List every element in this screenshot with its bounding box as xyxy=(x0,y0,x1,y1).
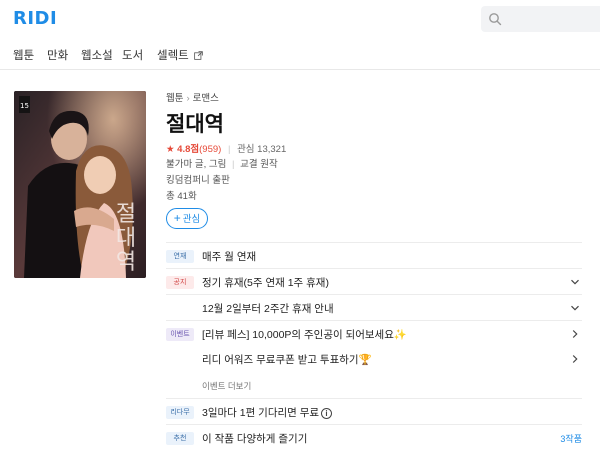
info-row-event[interactable]: 이벤트 [리뷰 페스] 10,000P의 주인공이 되어보세요✨ xyxy=(166,320,582,346)
author-link[interactable]: 불가마 글, 그림 xyxy=(166,159,226,170)
divider: | xyxy=(227,144,231,155)
notice-text-2: 12월 2일부터 2주간 휴재 안내 xyxy=(202,303,334,315)
info-icon[interactable]: i xyxy=(321,408,333,419)
info-row-recommend: 추천 이 작품 다양하게 즐기기 3작품 xyxy=(166,424,582,450)
wait-free-text: 3일마다 1편 기다리면 무료 i xyxy=(202,405,333,420)
badge-recommend: 추천 xyxy=(166,432,194,445)
nav-item-webtoon[interactable]: 웹툰 xyxy=(13,47,34,63)
badge-wait-free: 리다무 xyxy=(166,406,194,419)
info-list: 연재 매주 월 연재 공지 정기 휴재(5주 연재 1주 휴재) 12월 2일부… xyxy=(166,242,582,450)
event-more-link[interactable]: 이벤트 더보기 xyxy=(202,380,251,392)
original-author-link[interactable]: 교결 원작 xyxy=(240,159,278,170)
rating-score: 4.8점 xyxy=(177,144,200,155)
badge-notice: 공지 xyxy=(166,276,194,289)
chevron-down-icon[interactable] xyxy=(570,303,580,313)
book-title: 절대역 xyxy=(166,113,224,136)
category-nav: 웹툰 만화 웹소설 도서 셀렉트 xyxy=(0,44,600,70)
nav-item-books[interactable]: 도서 xyxy=(122,47,143,63)
chevron-right-icon[interactable] xyxy=(570,354,580,364)
plus-icon: + xyxy=(173,211,181,225)
follow-button[interactable]: + 관심 xyxy=(166,208,208,229)
cover-title-char-2: 대 xyxy=(116,226,136,251)
info-row-event-2[interactable]: 리디 어워즈 무료쿠폰 받고 투표하기🏆 xyxy=(166,346,582,372)
chevron-down-icon[interactable] xyxy=(570,277,580,287)
cover-title-char-1: 절 xyxy=(116,202,136,227)
info-row-wait-free: 리다무 3일마다 1편 기다리면 무료 i xyxy=(166,398,582,424)
top-bar: RIDI xyxy=(0,0,600,38)
recommend-count-link[interactable]: 3작품 xyxy=(560,432,582,445)
cover-illustration: . 15 절 대 역 xyxy=(14,91,146,278)
cover-title-char-3: 역 xyxy=(116,250,136,275)
follow-label: 관심 xyxy=(182,214,201,225)
info-row-event-more: 이벤트 더보기 xyxy=(166,372,582,398)
rating-line: ★ 4.8점(959) | 관심 13,321 xyxy=(166,141,286,155)
interest-count: 관심 13,321 xyxy=(237,144,287,155)
breadcrumb-item-webtoon[interactable]: 웹툰 xyxy=(166,93,183,104)
author-line: 불가마 글, 그림 | 교결 원작 xyxy=(166,156,278,170)
rating-count: (959) xyxy=(199,144,222,155)
event-text: [리뷰 페스] 10,000P의 주인공이 되어보세요✨ xyxy=(202,329,407,341)
nav-item-webnovel[interactable]: 웹소설 xyxy=(81,47,113,63)
nav-item-select[interactable]: 셀렉트 xyxy=(157,47,203,63)
breadcrumb-item-romance[interactable]: 로맨스 xyxy=(193,93,219,104)
ridi-logo[interactable]: RIDI xyxy=(13,8,57,29)
search-icon xyxy=(489,13,502,26)
badge-serial: 연재 xyxy=(166,250,194,263)
info-row-notice-2[interactable]: 12월 2일부터 2주간 휴재 안내 xyxy=(166,294,582,320)
badge-event: 이벤트 xyxy=(166,328,194,341)
episode-count: 총 41화 xyxy=(166,191,197,202)
recommend-text: 이 작품 다양하게 즐기기 xyxy=(202,433,308,445)
divider: | xyxy=(232,159,235,170)
book-cover[interactable]: . 15 절 대 역 xyxy=(14,91,146,278)
info-row-serial: 연재 매주 월 연재 xyxy=(166,242,582,268)
search-input[interactable] xyxy=(481,6,600,32)
external-link-icon xyxy=(194,51,203,60)
star-icon: ★ xyxy=(166,144,175,155)
breadcrumb-separator-icon: › xyxy=(186,93,190,104)
chevron-right-icon[interactable] xyxy=(570,329,580,339)
nav-item-select-label: 셀렉트 xyxy=(157,50,189,62)
breadcrumb: 웹툰 › 로맨스 xyxy=(166,90,219,104)
info-row-notice[interactable]: 공지 정기 휴재(5주 연재 1주 휴재) xyxy=(166,268,582,294)
notice-text: 정기 휴재(5주 연재 1주 휴재) xyxy=(202,277,329,289)
event-text-2: 리디 어워즈 무료쿠폰 받고 투표하기🏆 xyxy=(202,354,372,366)
nav-item-comics[interactable]: 만화 xyxy=(47,47,68,63)
wait-free-label: 3일마다 1편 기다리면 무료 xyxy=(202,407,320,419)
svg-text:15: 15 xyxy=(20,102,29,110)
publisher-link[interactable]: 킹덤컴퍼니 출판 xyxy=(166,172,230,186)
serial-schedule: 매주 월 연재 xyxy=(202,251,257,263)
